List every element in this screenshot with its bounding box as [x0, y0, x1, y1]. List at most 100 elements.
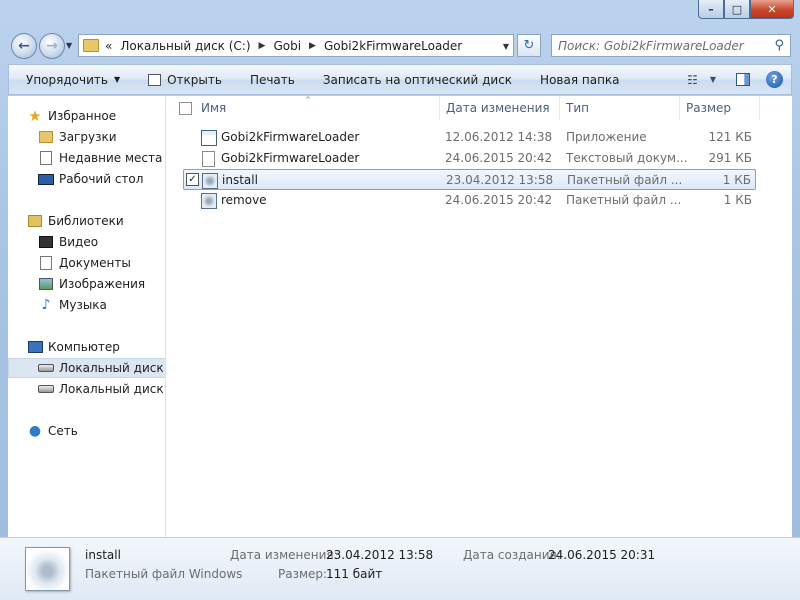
- file-date: 24.06.2015 20:42: [445, 151, 553, 165]
- open-label: Открыть: [167, 72, 222, 87]
- breadcrumb-overflow[interactable]: «: [105, 39, 112, 53]
- sidebar-label: Избранное: [48, 109, 117, 123]
- breadcrumb-current-folder[interactable]: Gobi2kFirmwareLoader: [324, 39, 462, 53]
- select-all-checkbox[interactable]: [179, 102, 192, 115]
- sidebar-item-music[interactable]: ♪ Музыка: [8, 295, 165, 315]
- forward-button[interactable]: →: [39, 33, 65, 59]
- preview-pane-icon[interactable]: [736, 73, 750, 86]
- star-icon: ★: [28, 107, 42, 125]
- drive-icon: [38, 381, 54, 397]
- details-pane: install Пакетный файл Windows Дата измен…: [0, 537, 800, 600]
- file-date: 24.06.2015 20:42: [445, 193, 553, 207]
- breadcrumb-separator[interactable]: ▶: [259, 41, 266, 51]
- address-dropdown[interactable]: ▼: [503, 42, 509, 51]
- app-icon: [201, 130, 217, 146]
- sidebar-item-downloads[interactable]: Загрузки: [8, 127, 165, 147]
- file-type: Пакетный файл ...: [566, 193, 682, 207]
- file-name: remove: [221, 193, 267, 207]
- search-input[interactable]: Поиск: Gobi2kFirmwareLoader ⚲: [551, 34, 791, 57]
- file-type: Текстовый докум...: [566, 151, 688, 165]
- breadcrumb-separator[interactable]: ▶: [309, 41, 316, 51]
- details-created-value: 24.06.2015 20:31: [548, 548, 656, 562]
- sidebar-label: Сеть: [48, 424, 78, 438]
- sidebar-item-pictures[interactable]: Изображения: [8, 274, 165, 294]
- file-size: 1 КБ: [722, 173, 751, 187]
- sidebar-network[interactable]: ● Сеть: [8, 421, 165, 441]
- recent-pages-dropdown[interactable]: ▼: [66, 41, 72, 50]
- sidebar-item-local-disk-c[interactable]: Локальный диск (C: [8, 358, 165, 378]
- details-modified-value: 23.04.2012 13:58: [326, 548, 434, 562]
- batch-file-icon: [25, 547, 70, 591]
- file-list[interactable]: ^ Имя Дата изменения Тип Размер Gobi2kFi…: [167, 96, 792, 537]
- sidebar-label: Изображения: [59, 277, 146, 291]
- breadcrumb-local-disk[interactable]: Локальный диск (C:): [120, 39, 250, 53]
- new-folder-button[interactable]: Новая папка: [526, 65, 633, 94]
- sidebar-label: Документы: [59, 256, 131, 270]
- navigation-bar: ← → ▼ « Локальный диск (C:) ▶ Gobi ▶ Gob…: [0, 30, 800, 62]
- sidebar-computer[interactable]: Компьютер: [8, 337, 165, 357]
- table-row[interactable]: remove 24.06.2015 20:42 Пакетный файл ..…: [183, 190, 756, 211]
- file-name: install: [222, 173, 258, 187]
- refresh-button[interactable]: ↻: [517, 34, 541, 57]
- file-date: 12.06.2012 14:38: [445, 130, 553, 144]
- command-bar: Упорядочить ▼ Открыть Печать Записать на…: [8, 64, 792, 95]
- help-icon[interactable]: ?: [766, 71, 783, 88]
- open-button[interactable]: Открыть: [134, 65, 236, 94]
- sidebar-item-local-disk-e[interactable]: Локальный диск (E:: [8, 379, 165, 399]
- burn-button[interactable]: Записать на оптический диск: [309, 65, 526, 94]
- close-button[interactable]: ✕: [750, 0, 794, 19]
- minimize-button[interactable]: –: [698, 0, 724, 19]
- details-modified-label: Дата изменения:: [230, 548, 338, 562]
- file-size: 291 КБ: [708, 151, 752, 165]
- navigation-pane[interactable]: ★ Избранное Загрузки Недавние места Рабо…: [8, 96, 166, 537]
- computer-icon: [27, 339, 43, 355]
- sidebar-favorites[interactable]: ★ Избранное: [8, 106, 165, 126]
- video-icon: [38, 234, 54, 250]
- folder-icon: [83, 39, 99, 52]
- column-header-date[interactable]: Дата изменения: [440, 96, 560, 120]
- address-bar[interactable]: « Локальный диск (C:) ▶ Gobi ▶ Gobi2kFir…: [78, 34, 514, 57]
- sidebar-label: Локальный диск (C: [59, 361, 165, 375]
- sidebar-libraries[interactable]: Библиотеки: [8, 211, 165, 231]
- downloads-folder-icon: [38, 129, 54, 145]
- table-row[interactable]: Gobi2kFirmwareLoader 12.06.2012 14:38 Пр…: [183, 127, 756, 148]
- pictures-icon: [38, 276, 54, 292]
- music-icon: ♪: [41, 297, 51, 313]
- table-row[interactable]: Gobi2kFirmwareLoader 24.06.2015 20:42 Те…: [183, 148, 756, 169]
- chevron-down-icon: ▼: [113, 75, 121, 84]
- file-type: Пакетный файл ...: [567, 173, 683, 187]
- batch-file-icon: [201, 193, 217, 209]
- sidebar-label: Недавние места: [59, 151, 163, 165]
- sidebar-label: Компьютер: [48, 340, 120, 354]
- table-row[interactable]: ✓ install 23.04.2012 13:58 Пакетный файл…: [183, 169, 756, 190]
- details-file-type: Пакетный файл Windows: [85, 567, 243, 581]
- maximize-button[interactable]: □: [724, 0, 750, 19]
- file-name: Gobi2kFirmwareLoader: [221, 151, 360, 165]
- window-controls: – □ ✕: [698, 0, 794, 20]
- content-area: ★ Избранное Загрузки Недавние места Рабо…: [8, 96, 792, 537]
- row-checkbox[interactable]: ✓: [186, 173, 199, 186]
- organize-button[interactable]: Упорядочить ▼: [9, 65, 134, 94]
- view-dropdown-icon[interactable]: ▼: [710, 75, 716, 84]
- view-options-icon[interactable]: ☷: [687, 73, 698, 87]
- sidebar-label: Видео: [59, 235, 99, 249]
- print-button[interactable]: Печать: [236, 65, 309, 94]
- file-type: Приложение: [566, 130, 647, 144]
- file-date: 23.04.2012 13:58: [446, 173, 554, 187]
- open-icon: [148, 73, 162, 86]
- sidebar-label: Локальный диск (E:: [59, 382, 165, 396]
- sidebar-item-video[interactable]: Видео: [8, 232, 165, 252]
- column-header-name[interactable]: Имя: [195, 96, 440, 120]
- file-size: 121 КБ: [708, 130, 752, 144]
- sidebar-item-documents[interactable]: Документы: [8, 253, 165, 273]
- column-header-type[interactable]: Тип: [560, 96, 680, 120]
- view-controls: ☷ ▼ ?: [681, 65, 787, 94]
- breadcrumb-gobi[interactable]: Gobi: [273, 39, 301, 53]
- magnifier-icon[interactable]: ⚲: [774, 38, 784, 53]
- sidebar-item-recent-places[interactable]: Недавние места: [8, 148, 165, 168]
- column-header-size[interactable]: Размер: [680, 96, 760, 120]
- explorer-window: – □ ✕ ← → ▼ « Локальный диск (C:) ▶ Gobi…: [0, 0, 800, 600]
- sidebar-item-desktop[interactable]: Рабочий стол: [8, 169, 165, 189]
- details-size-value: 111 байт: [326, 567, 383, 581]
- back-button[interactable]: ←: [11, 33, 37, 59]
